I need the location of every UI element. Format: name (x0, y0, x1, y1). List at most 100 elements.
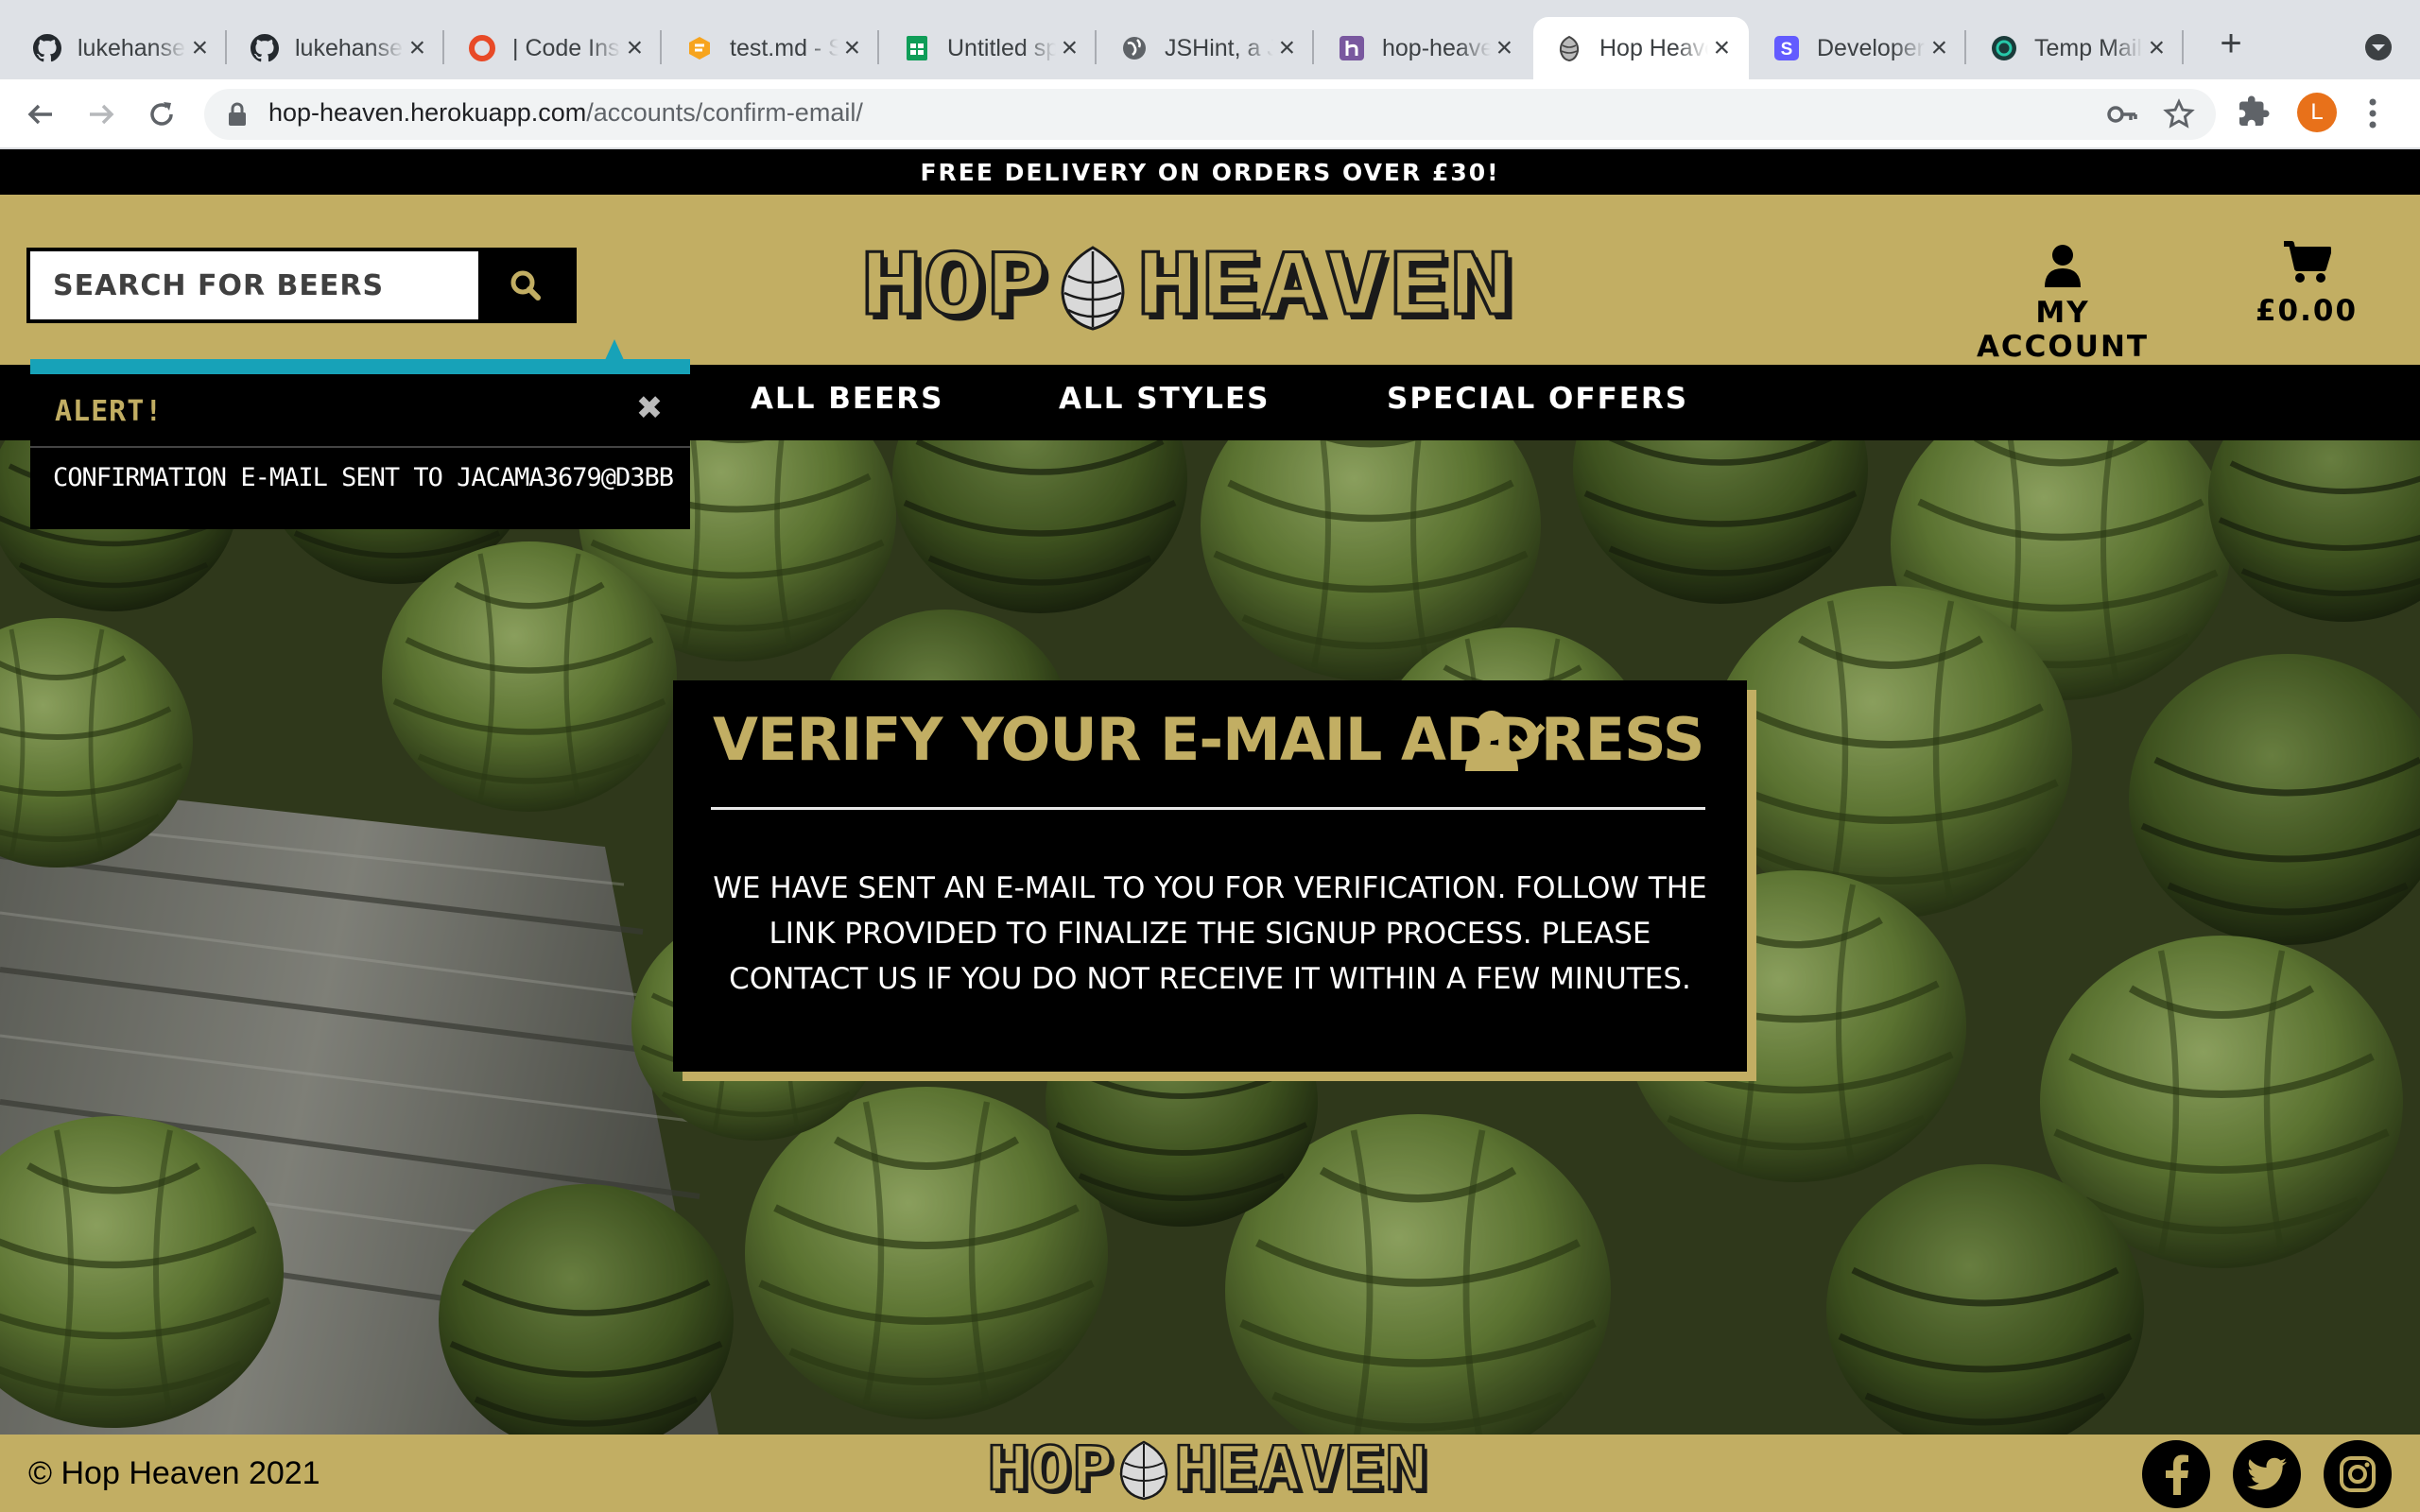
code-institute-icon (467, 33, 497, 63)
footer-logo[interactable]: HOP HOP HEAVEN HEAVEN (986, 1434, 1433, 1508)
stackedit-icon (684, 33, 715, 63)
site-footer: © Hop Heaven 2021 HOP HOP HEAVEN HEAVEN (0, 1434, 2420, 1512)
tab-title: Hop Heaven (1599, 34, 1708, 61)
tempmail-icon (1989, 33, 2019, 63)
verification-message: WE HAVE SENT AN E-MAIL TO YOU FOR VERIFI… (713, 871, 1707, 996)
tab-title: test.md - StackEdit (730, 34, 838, 61)
toast-header: ALERT! ✖ (30, 374, 690, 448)
tab-title: | Code Institute (512, 34, 621, 61)
close-icon[interactable]: × (2143, 34, 2170, 62)
browser-tab-bar: lukehansell × lukehansell × | Code Insti… (0, 0, 2420, 79)
svg-text:S: S (1781, 40, 1793, 60)
tab-title: Developers - Stripe (1817, 34, 1926, 61)
lock-icon (227, 101, 248, 132)
sheets-icon (902, 33, 932, 63)
alert-toast: ALERT! ✖ CONFIRMATION E-MAIL SENT TO JAC… (30, 359, 690, 529)
tab-title: Untitled spreadsheet (947, 34, 1056, 61)
close-icon[interactable]: × (186, 34, 214, 62)
tab-title: hop-heaven (1382, 34, 1491, 61)
browser-tab[interactable]: hop-heaven × (1316, 17, 1531, 79)
browser-tab[interactable]: S Developers - Stripe × (1751, 17, 1966, 79)
back-button[interactable] (19, 93, 62, 136)
facebook-icon (2166, 1454, 2188, 1495)
nav-all-styles[interactable]: ALL STYLES (1059, 382, 1270, 416)
profile-avatar[interactable]: L (2297, 93, 2337, 132)
nav-special-offers[interactable]: SPECIAL OFFERS (1387, 382, 1688, 416)
close-icon[interactable]: × (1056, 34, 1083, 62)
browser-tab[interactable]: Untitled spreadsheet × (881, 17, 1097, 79)
divider (711, 807, 1705, 810)
search-icon (510, 270, 541, 301)
svg-text:HEAVEN: HEAVEN (1174, 1438, 1427, 1501)
reload-button[interactable] (140, 93, 183, 136)
copyright: © Hop Heaven 2021 (28, 1455, 320, 1491)
github-icon (32, 33, 62, 63)
site-header: HOP HOP HEAVEN HEAVEN MY ACCOUNT £0.00 (0, 195, 2420, 365)
browser-tab[interactable]: test.md - StackEdit × (664, 17, 879, 79)
browser-tab[interactable]: | Code Institute × (446, 17, 662, 79)
facebook-link[interactable] (2142, 1440, 2210, 1508)
delivery-banner: FREE DELIVERY ON ORDERS OVER £30! (0, 149, 2420, 195)
toast-title: ALERT! (55, 395, 164, 428)
browser-tab[interactable]: JSHint, a JavaScript × (1098, 17, 1314, 79)
svg-text:HEAVEN: HEAVEN (1136, 244, 1512, 331)
hop-icon (1554, 33, 1584, 63)
instagram-link[interactable] (2324, 1440, 2392, 1508)
close-icon[interactable]: × (621, 34, 648, 62)
svg-text:HOP: HOP (987, 1438, 1114, 1501)
site-logo[interactable]: HOP HOP HEAVEN HEAVEN (859, 234, 1522, 341)
twitter-link[interactable] (2233, 1440, 2301, 1508)
chevron-down-icon (2365, 34, 2392, 60)
reload-icon (150, 102, 173, 126)
hop-cone-icon (1119, 1440, 1168, 1501)
kebab-menu-icon[interactable] (2367, 96, 2378, 135)
page: FREE DELIVERY ON ORDERS OVER £30! HOP HO… (0, 149, 2420, 1512)
close-icon[interactable]: × (1273, 34, 1301, 62)
forward-button[interactable] (79, 93, 123, 136)
tab-title: JSHint, a JavaScript (1165, 34, 1273, 61)
close-icon[interactable]: × (1708, 34, 1736, 62)
tab-title: Temp Mail (2034, 34, 2142, 61)
my-account-label: MY ACCOUNT (1976, 296, 2150, 364)
toast-message: CONFIRMATION E-MAIL SENT TO JACAMA3679@D… (53, 463, 677, 492)
browser-tab[interactable]: lukehansell × (11, 17, 227, 79)
svg-text:HOP: HOP (860, 244, 1047, 331)
url-text: hop-heaven.herokuapp.com/accounts/confir… (268, 98, 863, 127)
shopping-cart-icon (2284, 241, 2332, 283)
my-account-link[interactable]: MY ACCOUNT (1951, 244, 2174, 364)
bookmark-star-icon[interactable] (2163, 98, 2195, 135)
search-input[interactable] (30, 251, 478, 319)
key-icon[interactable] (2106, 100, 2138, 133)
user-check-icon (1465, 709, 1547, 778)
instagram-icon (2340, 1456, 2376, 1492)
arrow-right-icon (90, 104, 114, 125)
close-icon[interactable]: × (1926, 34, 1953, 62)
tab-title: lukehansell (295, 34, 404, 61)
heroku-icon (1337, 33, 1367, 63)
cart-total: £0.00 (2255, 294, 2359, 328)
arrow-left-icon (27, 104, 52, 125)
search-button[interactable] (478, 251, 573, 319)
hop-cone-icon (1061, 246, 1125, 331)
cart-link[interactable]: £0.00 (2231, 240, 2382, 328)
verify-email-card: VERIFY YOUR E-MAIL ADDRESS WE HAVE SENT … (673, 680, 1747, 1072)
page-title: VERIFY YOUR E-MAIL ADDRESS (713, 705, 1704, 774)
browser-tab[interactable]: Temp Mail × (1968, 17, 2184, 79)
nav-all-beers[interactable]: ALL BEERS (751, 382, 943, 416)
stripe-icon: S (1772, 33, 1802, 63)
browser-toolbar: hop-heaven.herokuapp.com/accounts/confir… (0, 79, 2420, 149)
new-tab-button[interactable]: + (2212, 25, 2250, 64)
close-icon[interactable]: × (1491, 34, 1518, 62)
close-icon[interactable]: × (404, 34, 431, 62)
toast-arrow (605, 339, 624, 360)
twitter-icon (2247, 1457, 2287, 1490)
browser-tab-active[interactable]: Hop Heaven × (1533, 17, 1749, 79)
extensions-puzzle-icon[interactable] (2237, 94, 2271, 133)
browser-tab[interactable]: lukehansell × (229, 17, 444, 79)
close-icon[interactable]: × (838, 34, 866, 62)
tab-search-button[interactable] (2360, 28, 2397, 66)
tab-title: lukehansell (78, 34, 186, 61)
address-bar[interactable]: hop-heaven.herokuapp.com/accounts/confir… (204, 89, 2216, 140)
search-form (26, 248, 577, 323)
close-icon[interactable]: ✖ (635, 392, 664, 424)
